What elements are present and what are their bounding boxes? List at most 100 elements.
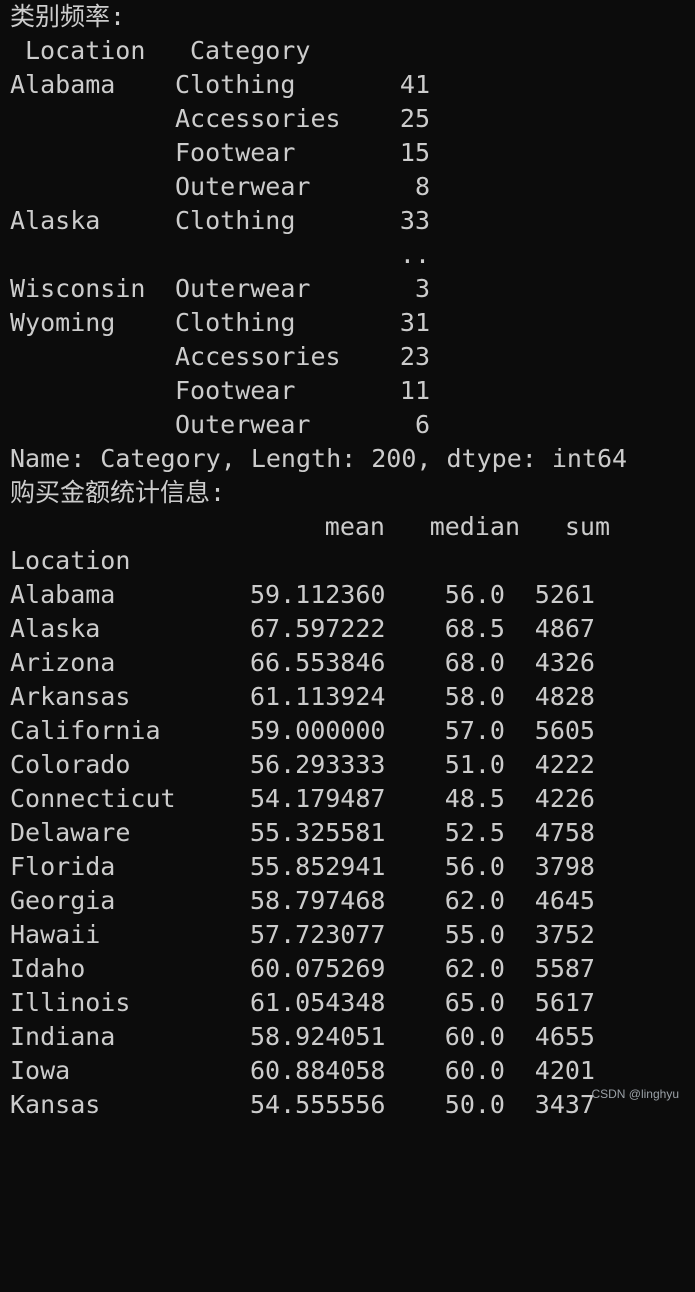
row-sum: 5587 <box>534 954 595 983</box>
row-sum: 4645 <box>534 886 595 915</box>
row-median: 57.0 <box>444 716 505 745</box>
row-mean: 59.000000 <box>250 716 386 745</box>
row-location: Alaska <box>10 614 101 643</box>
row-sum: 5605 <box>534 716 595 745</box>
row-location: Florida <box>10 852 116 881</box>
row-mean: 56.293333 <box>250 750 386 779</box>
header-category: Category <box>190 36 311 65</box>
row-median: 58.0 <box>444 682 505 711</box>
column-median: median <box>429 512 520 541</box>
row-mean: 66.553846 <box>250 648 386 677</box>
table-row: Florida 55.852941 56.0 3798 <box>10 850 690 884</box>
row-category: Outerwear <box>175 172 311 201</box>
row-count: 8 <box>414 172 430 201</box>
row-location: Connecticut <box>10 784 176 813</box>
column-sum: sum <box>564 512 610 541</box>
row-location: Hawaii <box>10 920 101 949</box>
row-sum: 4867 <box>534 614 595 643</box>
category-frequency-header: Location Category <box>10 34 690 68</box>
row-mean: 67.597222 <box>250 614 386 643</box>
row-median: 68.5 <box>444 614 505 643</box>
row-mean: 61.113924 <box>250 682 386 711</box>
row-category: Clothing <box>175 70 296 99</box>
table-row: Arkansas 61.113924 58.0 4828 <box>10 680 690 714</box>
row-median: 48.5 <box>444 784 505 813</box>
table-row: Outerwear 6 <box>10 408 690 442</box>
row-count: 11 <box>399 376 430 405</box>
row-median: 62.0 <box>444 886 505 915</box>
table-row: Iowa 60.884058 60.0 4201 <box>10 1054 690 1088</box>
table-row: Connecticut 54.179487 48.5 4226 <box>10 782 690 816</box>
row-median: 68.0 <box>444 648 505 677</box>
row-category: Footwear <box>175 376 296 405</box>
table-row: Delaware 55.325581 52.5 4758 <box>10 816 690 850</box>
table-row: Wisconsin Outerwear 3 <box>10 272 690 306</box>
row-location: Kansas <box>10 1090 101 1119</box>
row-mean: 55.852941 <box>250 852 386 881</box>
table-row: Indiana 58.924051 60.0 4655 <box>10 1020 690 1054</box>
row-mean: 54.555556 <box>250 1090 386 1119</box>
row-median: 52.5 <box>444 818 505 847</box>
row-location: Wisconsin <box>10 274 146 303</box>
row-sum: 3798 <box>534 852 595 881</box>
row-median: 60.0 <box>444 1056 505 1085</box>
row-category: Accessories <box>175 342 341 371</box>
row-location: Indiana <box>10 1022 116 1051</box>
row-location: Arkansas <box>10 682 131 711</box>
row-location: Wyoming <box>10 308 116 337</box>
row-sum: 4326 <box>534 648 595 677</box>
terminal-output: 类别频率: Location Category Alabama Clothing… <box>10 0 690 1122</box>
row-mean: 61.054348 <box>250 988 386 1017</box>
row-sum: 4758 <box>534 818 595 847</box>
row-count: 25 <box>399 104 430 133</box>
heading-text: 购买金额统计信息: <box>10 478 226 507</box>
table-row: Outerwear 8 <box>10 170 690 204</box>
table-row: Wyoming Clothing 31 <box>10 306 690 340</box>
table-row: Alabama Clothing 41 <box>10 68 690 102</box>
row-category: Clothing <box>175 206 296 235</box>
row-count: 33 <box>399 206 430 235</box>
table-row: Alabama 59.112360 56.0 5261 <box>10 578 690 612</box>
table-row: Footwear 11 <box>10 374 690 408</box>
table-row-ellipsis: .. <box>10 238 690 272</box>
row-location: Illinois <box>10 988 131 1017</box>
table-row: Illinois 61.054348 65.0 5617 <box>10 986 690 1020</box>
watermark: CSDN @linghyu <box>591 1087 679 1101</box>
series-info-text: Name: Category, Length: 200, dtype: int6… <box>10 444 628 473</box>
row-count: 6 <box>414 410 430 439</box>
column-mean: mean <box>324 512 385 541</box>
row-median: 60.0 <box>444 1022 505 1051</box>
table-row: Colorado 56.293333 51.0 4222 <box>10 748 690 782</box>
table-row: Kansas 54.555556 50.0 3437 <box>10 1088 690 1122</box>
row-category: Clothing <box>175 308 296 337</box>
row-ellipsis: .. <box>399 240 430 269</box>
row-median: 65.0 <box>444 988 505 1017</box>
row-sum: 4226 <box>534 784 595 813</box>
header-location: Location <box>25 36 146 65</box>
row-median: 55.0 <box>444 920 505 949</box>
row-category: Footwear <box>175 138 296 167</box>
row-sum: 3437 <box>534 1090 595 1119</box>
table-row: Alaska 67.597222 68.5 4867 <box>10 612 690 646</box>
row-count: 23 <box>399 342 430 371</box>
row-count: 41 <box>399 70 430 99</box>
row-location: Arizona <box>10 648 116 677</box>
row-location: Georgia <box>10 886 116 915</box>
row-median: 51.0 <box>444 750 505 779</box>
row-sum: 4201 <box>534 1056 595 1085</box>
row-median: 62.0 <box>444 954 505 983</box>
row-mean: 58.797468 <box>250 886 386 915</box>
table-row: Footwear 15 <box>10 136 690 170</box>
table-row: Idaho 60.075269 62.0 5587 <box>10 952 690 986</box>
row-category: Outerwear <box>175 410 311 439</box>
row-mean: 60.884058 <box>250 1056 386 1085</box>
row-mean: 58.924051 <box>250 1022 386 1051</box>
row-median: 56.0 <box>444 580 505 609</box>
row-median: 50.0 <box>444 1090 505 1119</box>
row-location: Alabama <box>10 70 116 99</box>
purchase-stats-columns: mean median sum <box>10 510 690 544</box>
table-row: Hawaii 57.723077 55.0 3752 <box>10 918 690 952</box>
table-row: Accessories 25 <box>10 102 690 136</box>
row-location: Alabama <box>10 580 116 609</box>
table-row: Alaska Clothing 33 <box>10 204 690 238</box>
